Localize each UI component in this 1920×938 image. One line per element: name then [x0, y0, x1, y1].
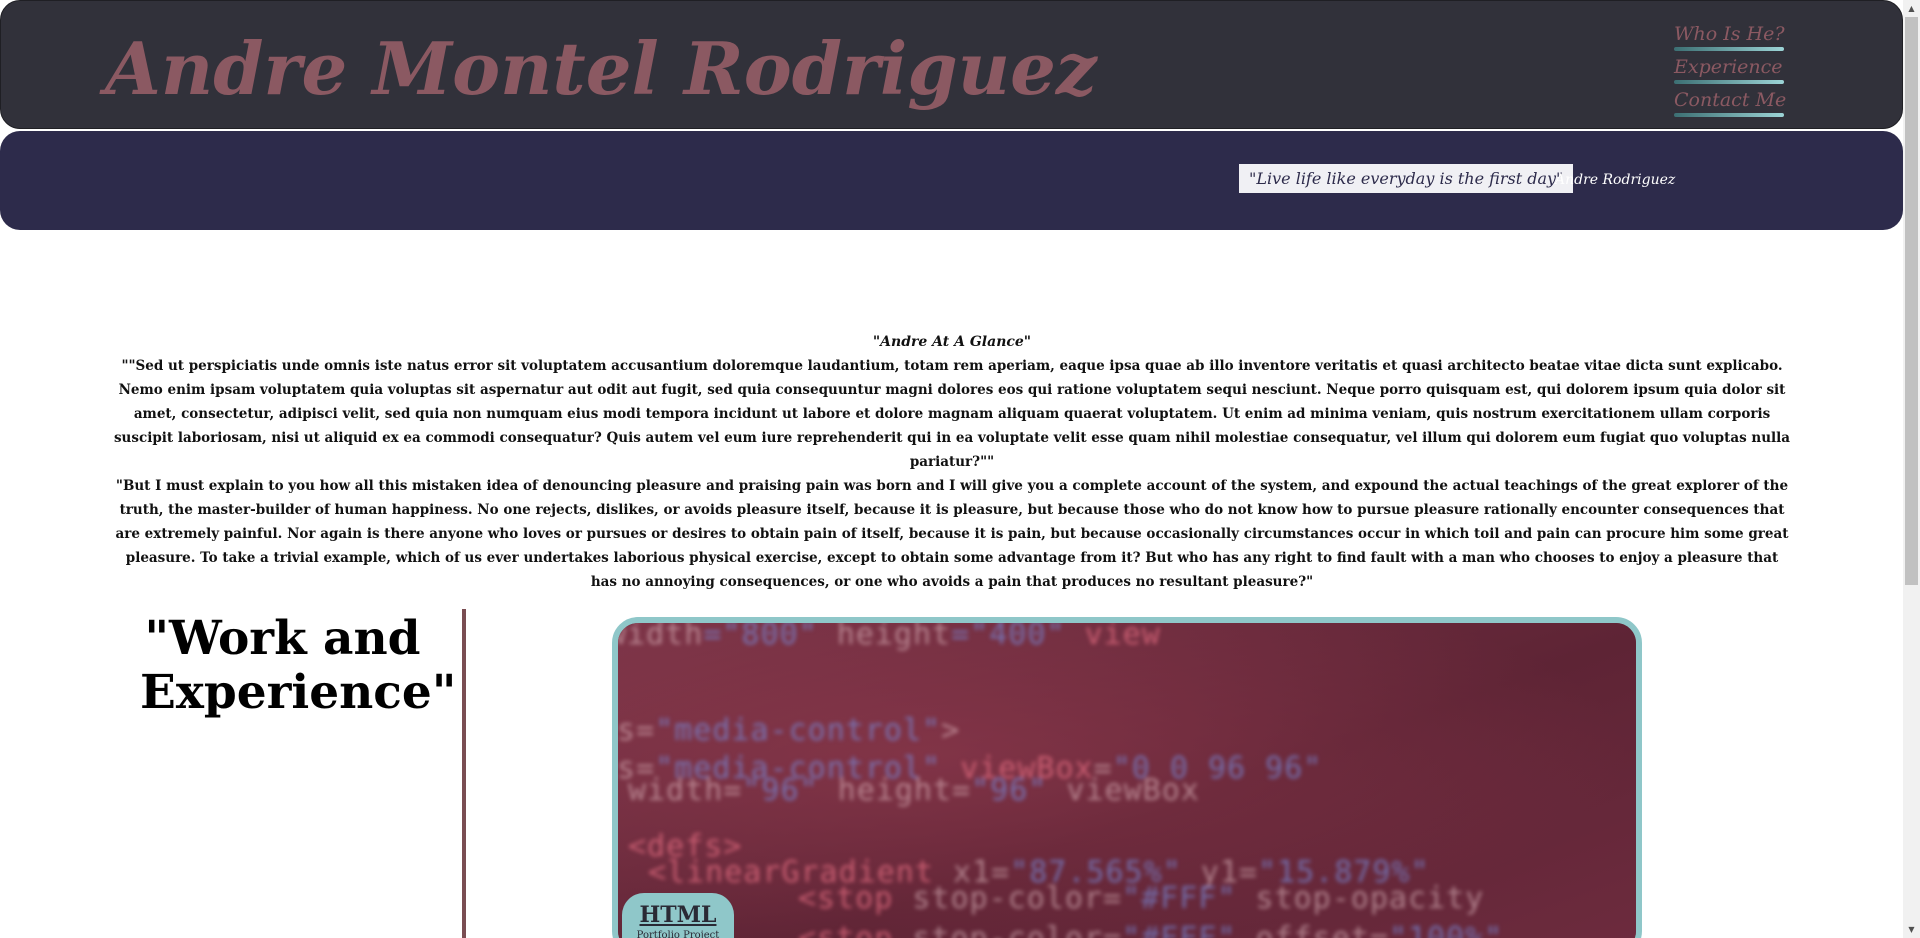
quote-author: Andre Rodriguez [1555, 172, 1676, 188]
section-divider [462, 609, 466, 938]
project-language-label[interactable]: HTML [622, 901, 734, 929]
about-paragraph: ""Sed ut perspiciatis unde omnis iste na… [113, 358, 1791, 470]
site-title: Andre Montel Rodriguez [105, 26, 1097, 111]
nav-link-contact-me[interactable]: Contact Me [1674, 85, 1787, 118]
scrollbar-thumb[interactable] [1905, 17, 1918, 585]
nav-link-who-is-he[interactable]: Who Is He? [1674, 19, 1785, 52]
site-header: Andre Montel Rodriguez Who Is He? Experi… [0, 0, 1903, 129]
nav-link-label: Who Is He? [1674, 23, 1785, 45]
about-paragraph: "But I must explain to you how all this … [115, 478, 1789, 590]
quote-text: "Live life like everyday is the first da… [1239, 164, 1574, 193]
project-card[interactable]: width="800" height="400" view ss="media-… [612, 617, 1642, 938]
main-nav: Who Is He? Experience Contact Me [1674, 19, 1787, 118]
nav-underline [1674, 47, 1784, 51]
nav-underline [1674, 80, 1784, 84]
nav-underline [1674, 113, 1784, 117]
project-language-badge[interactable]: HTML Portfolio Project [622, 893, 734, 938]
vertical-scrollbar[interactable]: ▲ ▼ [1903, 0, 1920, 938]
scroll-up-arrow-icon[interactable]: ▲ [1903, 0, 1920, 17]
code-image-texture: width="800" height="400" view ss="media-… [612, 617, 1502, 938]
nav-link-label: Experience [1674, 56, 1783, 78]
scroll-down-arrow-icon[interactable]: ▼ [1903, 921, 1920, 938]
nav-link-experience[interactable]: Experience [1674, 52, 1784, 85]
page: Andre Montel Rodriguez Who Is He? Experi… [0, 0, 1920, 938]
work-heading: "Work and Experience" [140, 611, 457, 720]
nav-link-label: Contact Me [1674, 89, 1787, 111]
about-section: "Andre At A Glance" ""Sed ut perspiciati… [112, 330, 1792, 594]
about-title: "Andre At A Glance" [872, 334, 1032, 350]
project-subtitle: Portfolio Project [636, 930, 720, 938]
